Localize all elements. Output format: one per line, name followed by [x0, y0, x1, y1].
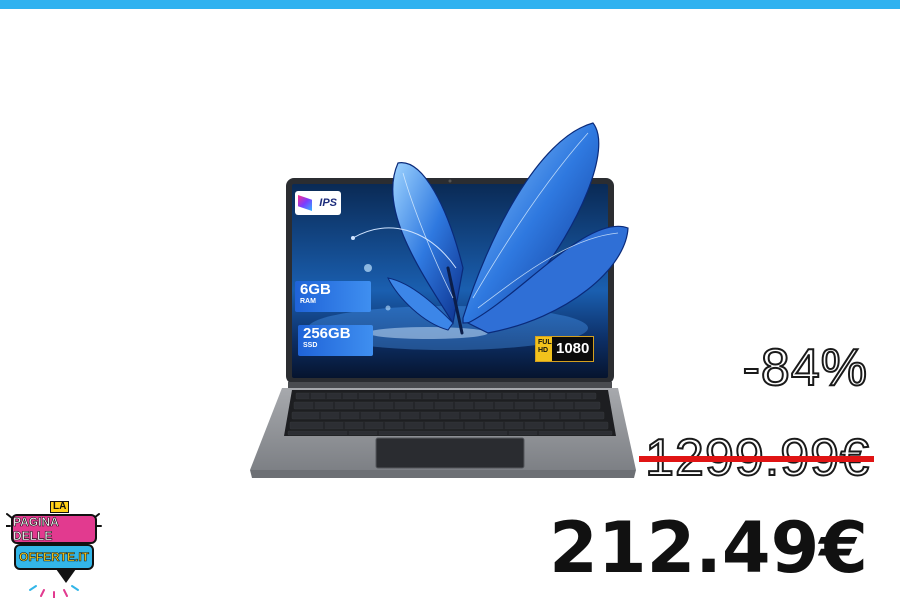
logo-prefix: LA [50, 501, 70, 513]
ssd-label: SSD [303, 342, 318, 349]
sale-price: 212.49€ [549, 507, 868, 589]
fullhd-badge: FULL HD 1080 [535, 336, 595, 362]
fullhd-label: FULL HD [536, 337, 556, 361]
discount-percentage: -84% [742, 338, 868, 398]
ram-label: RAM [300, 298, 316, 305]
logo-line1: PAGINA DELLE [13, 515, 59, 544]
logo-line1-box: PAGINA DELLE [11, 514, 97, 544]
resolution-label: 1080 [556, 340, 590, 357]
product-image: IPS 6GB RAM 256GB SSD FULL HD 1080 [248, 118, 638, 482]
ssd-badge: 256GB SSD [298, 325, 373, 356]
ram-size: 6GB [300, 281, 331, 298]
ips-logo-icon [298, 195, 312, 211]
original-price-wrapper: 1299.99€ [639, 428, 874, 488]
ips-label: IPS [319, 197, 337, 209]
original-price: 1299.99€ [639, 428, 874, 488]
fullhd-label-line2: HD [538, 347, 549, 354]
speech-bubble-tail-icon [56, 569, 76, 583]
ips-badge: IPS [295, 191, 341, 215]
logo-line2-box: OFFERTE.IT [14, 544, 94, 570]
site-logo[interactable]: LA PAGINA DELLE OFFERTE.IT [6, 498, 102, 598]
strikethrough-line [639, 456, 874, 462]
ram-badge: 6GB RAM [295, 281, 371, 312]
top-accent-bar [0, 0, 900, 9]
logo-line2: OFFERTE.IT [19, 550, 90, 565]
ssd-size: 256GB [303, 325, 351, 342]
